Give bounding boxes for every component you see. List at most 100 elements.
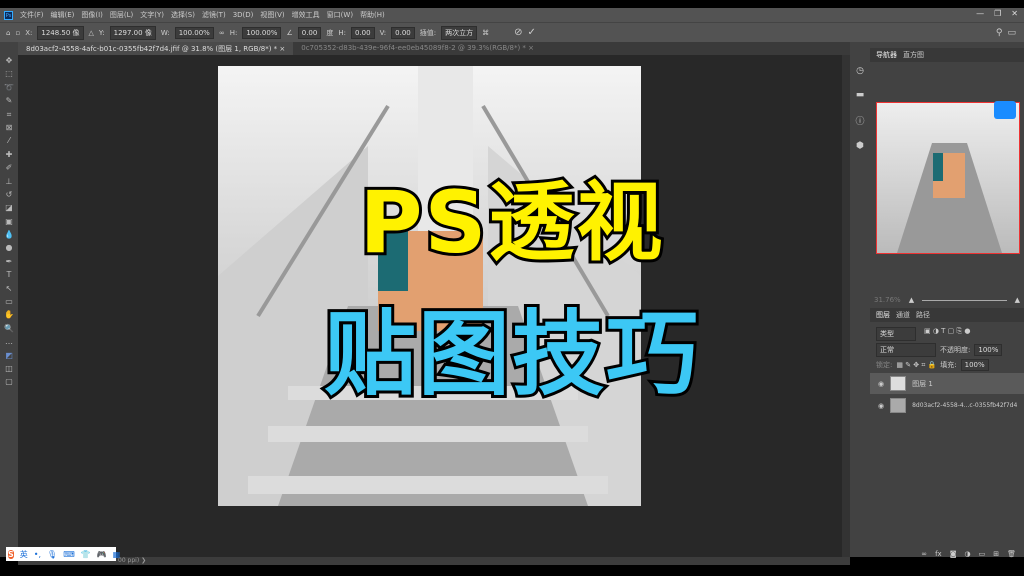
fill-field[interactable]: 100% bbox=[960, 359, 989, 371]
3d-cube-icon[interactable]: ⬢ bbox=[856, 141, 864, 151]
game-icon[interactable]: 🎮 bbox=[97, 550, 107, 559]
y-label: Y: bbox=[98, 28, 105, 37]
menu-file[interactable]: 文件(F) bbox=[20, 10, 44, 20]
fx-icon[interactable]: fx bbox=[935, 550, 942, 558]
layer-filter-select[interactable]: 类型 bbox=[876, 327, 916, 341]
comment-icon[interactable]: ▬ bbox=[856, 90, 865, 100]
ps-logo-icon: Ps bbox=[4, 10, 13, 20]
history-icon[interactable]: ◷ bbox=[856, 66, 864, 76]
lock-icons[interactable]: ▦ ✎ ✥ ⌗ 🔒 bbox=[896, 361, 936, 370]
y-field[interactable]: 1297.00 像 bbox=[109, 25, 156, 40]
new-layer-icon[interactable]: ⊞ bbox=[993, 550, 999, 558]
layer-actions: ∞ fx ◙ ◑ ▭ ⊞ 🗑 bbox=[921, 550, 1016, 558]
delta-icon[interactable]: △ bbox=[89, 29, 94, 37]
move-tool-icon[interactable]: ✥ bbox=[6, 56, 13, 66]
tab-layers[interactable]: 图层 bbox=[876, 310, 890, 320]
keyboard-icon[interactable]: ⌨ bbox=[63, 550, 75, 559]
menu-bar: Ps 文件(F) 编辑(E) 图像(I) 图层(L) 文字(Y) 选择(S) 滤… bbox=[0, 8, 1024, 22]
layer-name: 8d03acf2-4558-4...c-0355fb42f7d4 bbox=[912, 402, 1018, 409]
filter-icons[interactable]: ▣ ◑ T ▢ ⎘ ● bbox=[924, 327, 970, 341]
menu-window[interactable]: 窗口(W) bbox=[327, 10, 353, 20]
blend-mode-select[interactable]: 正常 bbox=[876, 343, 936, 357]
crop-tool-icon[interactable]: ⌗ bbox=[7, 110, 12, 120]
h-label: H: bbox=[229, 28, 238, 37]
mask-icon[interactable]: ◙ bbox=[950, 550, 957, 558]
reference-point-icon[interactable]: ▫ bbox=[15, 29, 20, 37]
tab-navigator[interactable]: 导航器 bbox=[876, 50, 897, 60]
hskew-label: H: bbox=[338, 28, 346, 37]
opacity-label: 不透明度: bbox=[940, 346, 971, 354]
tab-label: 8d03acf2-4558-4afc-b01c-0355fb42f7d4.jfi… bbox=[26, 45, 278, 53]
info-icon[interactable]: ⓘ bbox=[855, 114, 864, 127]
mic-icon[interactable]: 🎙 bbox=[47, 550, 57, 559]
menu-type[interactable]: 文字(Y) bbox=[140, 10, 164, 20]
layer-thumbnail bbox=[890, 376, 907, 391]
quick-select-icon[interactable]: ✎ bbox=[6, 96, 13, 106]
group-icon[interactable]: ▭ bbox=[979, 550, 986, 558]
lasso-tool-icon[interactable]: ➰ bbox=[4, 83, 14, 93]
angle-icon: ∠ bbox=[286, 28, 293, 37]
visibility-eye-icon[interactable]: ◉ bbox=[878, 402, 884, 410]
frame-tool-icon[interactable]: ⊠ bbox=[6, 123, 13, 133]
zoom-slider[interactable] bbox=[922, 299, 1007, 301]
w-field[interactable]: 100.00% bbox=[174, 26, 214, 39]
v-label: V: bbox=[379, 28, 387, 37]
minimize-icon[interactable]: — bbox=[976, 9, 984, 18]
tab-paths[interactable]: 路径 bbox=[916, 310, 930, 320]
opacity-field[interactable]: 100% bbox=[974, 344, 1003, 356]
angle-field[interactable]: 0.00 bbox=[297, 26, 322, 39]
visibility-eye-icon[interactable]: ◉ bbox=[878, 380, 884, 388]
workspace-icon[interactable]: ▭ bbox=[1007, 28, 1016, 38]
options-bar: ⌂ ▫ X: 1248.50 像 △ Y: 1297.00 像 W: 100.00% … bbox=[0, 22, 1024, 42]
tab-document-2[interactable]: 0c705352-d83b-439e-96f4-ee0eb45089f8-2 @… bbox=[293, 42, 542, 55]
x-label: X: bbox=[25, 28, 33, 37]
hskew-field[interactable]: 0.00 bbox=[350, 26, 375, 39]
zoom-in-icon[interactable]: ▲ bbox=[1015, 296, 1020, 304]
menu-3d[interactable]: 3D(D) bbox=[233, 11, 254, 19]
zoom-out-icon[interactable]: ▲ bbox=[909, 296, 914, 304]
floating-widget-icon[interactable] bbox=[994, 101, 1016, 119]
fill-label: 填充: bbox=[940, 361, 957, 369]
navigator-preview[interactable] bbox=[876, 102, 1020, 254]
menu-plugins[interactable]: 增效工具 bbox=[292, 10, 320, 20]
layer-row[interactable]: ◉ 8d03acf2-4558-4...c-0355fb42f7d4 bbox=[870, 395, 1024, 416]
lock-label: 锁定: bbox=[876, 361, 893, 369]
search-icon[interactable]: ⚲ bbox=[996, 28, 1003, 38]
menu-select[interactable]: 选择(S) bbox=[171, 10, 195, 20]
interp-select[interactable]: 两次立方 bbox=[441, 25, 478, 40]
layer-name: 图层 1 bbox=[912, 379, 933, 388]
w-label: W: bbox=[160, 28, 170, 37]
menu-edit[interactable]: 编辑(E) bbox=[51, 10, 75, 20]
h-field[interactable]: 100.00% bbox=[242, 26, 282, 39]
tab-document-1[interactable]: 8d03acf2-4558-4afc-b01c-0355fb42f7d4.jfi… bbox=[18, 42, 294, 55]
tab-channels[interactable]: 通道 bbox=[896, 310, 910, 320]
layer-thumbnail bbox=[890, 398, 907, 413]
commit-check-icon[interactable]: ✓ bbox=[527, 27, 535, 38]
x-field[interactable]: 1248.50 像 bbox=[37, 25, 84, 40]
tab-histogram[interactable]: 直方图 bbox=[903, 50, 924, 60]
angle-unit: 度 bbox=[326, 28, 334, 37]
link-layers-icon[interactable]: ∞ bbox=[921, 550, 927, 558]
cancel-icon[interactable]: ⊘ bbox=[514, 27, 522, 38]
menu-layer[interactable]: 图层(L) bbox=[110, 10, 133, 20]
delete-icon[interactable]: 🗑 bbox=[1007, 550, 1016, 558]
menu-image[interactable]: 图像(I) bbox=[81, 10, 103, 20]
menu-help[interactable]: 帮助(H) bbox=[360, 10, 385, 20]
close-icon[interactable]: ✕ bbox=[1011, 9, 1018, 18]
home-icon[interactable]: ⌂ bbox=[6, 29, 10, 37]
marquee-tool-icon[interactable]: ⬚ bbox=[5, 69, 13, 79]
adjustment-icon[interactable]: ◑ bbox=[965, 550, 971, 558]
punct-icon[interactable]: •, bbox=[34, 550, 41, 559]
ime-language[interactable]: 英 bbox=[20, 549, 28, 560]
menu-view[interactable]: 视图(V) bbox=[260, 10, 284, 20]
menu-filter[interactable]: 滤镜(T) bbox=[202, 10, 226, 20]
restore-icon[interactable]: ❐ bbox=[994, 9, 1001, 18]
layer-row[interactable]: ◉ 图层 1 bbox=[870, 373, 1024, 394]
v-field[interactable]: 0.00 bbox=[391, 26, 415, 39]
warp-icon[interactable]: ⌘ bbox=[482, 29, 489, 37]
link-icon[interactable]: ∞ bbox=[219, 29, 225, 37]
skin-icon[interactable]: 👕 bbox=[81, 550, 91, 559]
eyedropper-icon[interactable]: ⁄ bbox=[8, 136, 9, 146]
ime-toolbar[interactable]: S 英 •, 🎙 ⌨ 👕 🎮 ▦ bbox=[6, 547, 120, 561]
apps-icon[interactable]: ▦ bbox=[113, 550, 121, 559]
